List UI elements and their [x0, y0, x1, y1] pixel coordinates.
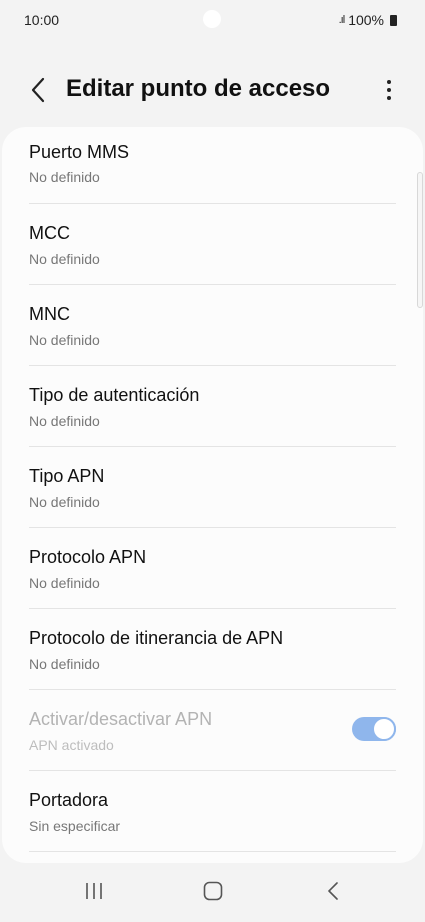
list-item-activar-apn: Activar/desactivar APN APN activado: [29, 690, 396, 771]
navigation-bar: [0, 860, 425, 922]
apn-toggle[interactable]: [352, 717, 396, 741]
item-label: Puerto MMS: [29, 142, 130, 162]
item-label: Tipo APN: [29, 466, 105, 486]
item-label: MCC: [29, 223, 70, 243]
list-item-portadora[interactable]: Portadora Sin especificar: [29, 771, 396, 852]
list-item-tipo-apn[interactable]: Tipo APN No definido: [29, 447, 396, 528]
more-vertical-icon: [387, 80, 391, 84]
item-value: Sin especificar: [29, 818, 121, 834]
item-value: No definido: [29, 169, 100, 185]
camera-cutout: [203, 10, 221, 28]
item-label: Tipo de autenticación: [29, 385, 200, 405]
item-value: No definido: [29, 494, 100, 510]
scrollbar[interactable]: [417, 172, 423, 308]
chevron-left-icon: [31, 77, 45, 103]
battery-percent: 100%: [348, 12, 384, 28]
back-button[interactable]: [22, 72, 54, 108]
home-icon: [203, 881, 223, 901]
status-bar: 10:00 .ıl 100%: [0, 0, 425, 40]
list-item-mcc[interactable]: MCC No definido: [29, 204, 396, 285]
list-item-mnc[interactable]: MNC No definido: [29, 285, 396, 366]
item-value: No definido: [29, 656, 100, 672]
nav-back-icon: [328, 882, 338, 900]
item-label: Protocolo de itinerancia de APN: [29, 628, 284, 648]
toggle-knob: [372, 717, 396, 741]
item-label: Protocolo APN: [29, 547, 147, 567]
item-label: Portadora: [29, 790, 109, 810]
list-item-puerto-mms[interactable]: Puerto MMS No definido: [29, 127, 396, 204]
item-value: No definido: [29, 332, 100, 348]
item-value: APN activado: [29, 737, 114, 753]
item-value: No definido: [29, 413, 100, 429]
status-right: .ıl 100%: [339, 12, 397, 28]
item-label: Activar/desactivar APN: [29, 709, 213, 729]
app-header: Editar punto de acceso: [0, 62, 425, 118]
more-options-button[interactable]: [377, 74, 401, 106]
more-dot: [387, 96, 391, 100]
settings-list: Puerto MMS No definido MCC No definido M…: [2, 127, 423, 863]
battery-icon: [390, 14, 397, 26]
status-time: 10:00: [24, 12, 60, 28]
list-item-protocolo-apn[interactable]: Protocolo APN No definido: [29, 528, 396, 609]
list-item-protocolo-itinerancia[interactable]: Protocolo de itinerancia de APN No defin…: [29, 609, 396, 690]
page-title: Editar punto de acceso: [66, 75, 331, 102]
signal-icon: .ıl: [338, 14, 345, 26]
list-item-tipo-autenticacion[interactable]: Tipo de autenticación No definido: [29, 366, 396, 447]
phone-screen: 10:00 .ıl 100% Editar punto de acceso Pu…: [0, 0, 425, 922]
item-label: MNC: [29, 304, 70, 324]
nav-back-button[interactable]: [313, 876, 353, 906]
recents-icon: [86, 883, 102, 899]
home-button[interactable]: [193, 876, 233, 906]
item-value: No definido: [29, 251, 100, 267]
recents-button[interactable]: [74, 876, 114, 906]
item-value: No definido: [29, 575, 100, 591]
more-dot: [387, 88, 391, 92]
